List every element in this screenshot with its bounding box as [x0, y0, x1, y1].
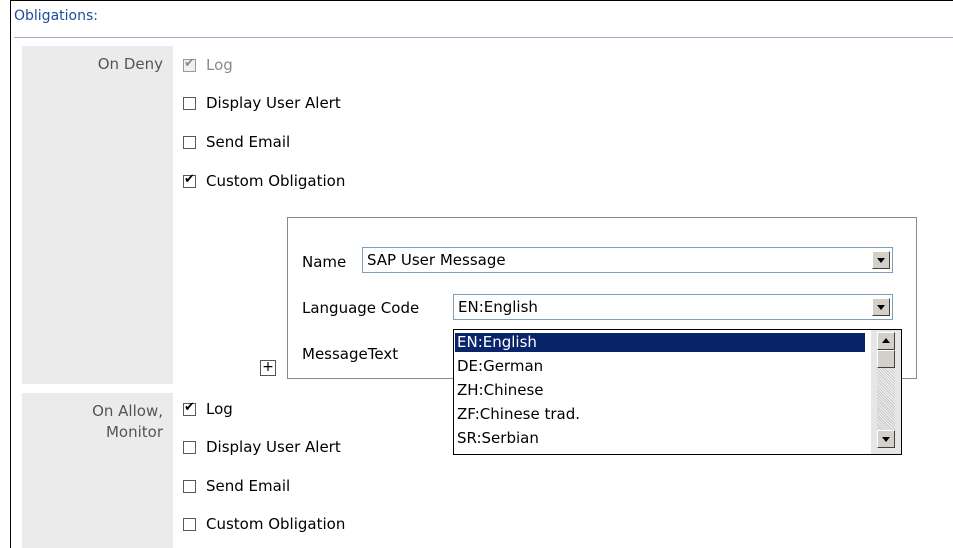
scrollbar-thumb[interactable]: [877, 350, 895, 368]
allow-custom-obligation-label: Custom Obligation: [206, 515, 346, 533]
name-select[interactable]: SAP User Message: [362, 247, 893, 273]
name-label: Name: [302, 253, 347, 271]
language-code-label: Language Code: [302, 299, 420, 317]
deny-log-label: Log: [206, 56, 233, 74]
allow-log-checkbox[interactable]: [183, 400, 196, 416]
language-option[interactable]: ZH:Chinese: [455, 381, 865, 400]
deny-display-user-alert-checkbox[interactable]: [183, 97, 196, 110]
dropdown-scrollbar[interactable]: [871, 330, 901, 454]
language-code-select[interactable]: EN:English: [453, 294, 893, 320]
on-allow-label-line1: On Allow,: [92, 402, 163, 420]
deny-send-email-label: Send Email: [206, 133, 291, 151]
deny-custom-obligation-label: Custom Obligation: [206, 172, 346, 190]
section-divider: [14, 37, 953, 38]
scroll-up-icon[interactable]: [877, 332, 895, 350]
chevron-down-icon[interactable]: [872, 251, 890, 269]
section-title: Obligations:: [14, 8, 98, 24]
language-option[interactable]: SR:Serbian: [455, 429, 865, 448]
language-code-value: EN:English: [458, 298, 538, 316]
language-option[interactable]: EN:English: [455, 333, 865, 352]
add-obligation-button[interactable]: +: [260, 360, 276, 376]
language-option[interactable]: DE:German: [455, 357, 865, 376]
deny-display-user-alert-label: Display User Alert: [206, 94, 341, 112]
on-allow-label-cell: On Allow, Monitor: [22, 393, 173, 548]
message-text-label: MessageText: [302, 345, 399, 363]
allow-send-email-checkbox[interactable]: [183, 480, 196, 493]
allow-display-user-alert-label: Display User Alert: [206, 438, 341, 456]
language-option[interactable]: ZF:Chinese trad.: [455, 405, 865, 424]
scroll-down-icon[interactable]: [877, 430, 895, 448]
allow-custom-obligation-checkbox[interactable]: [183, 518, 196, 531]
deny-log-checkbox[interactable]: [183, 56, 196, 72]
plus-icon: +: [262, 359, 274, 375]
allow-send-email-label: Send Email: [206, 477, 291, 495]
on-deny-label: On Deny: [97, 55, 163, 73]
language-dropdown-list: EN:English DE:German ZH:Chinese ZF:Chine…: [453, 329, 902, 455]
chevron-down-icon[interactable]: [872, 298, 890, 316]
name-select-value: SAP User Message: [367, 251, 506, 269]
allow-display-user-alert-checkbox[interactable]: [183, 441, 196, 454]
deny-custom-obligation-checkbox[interactable]: [183, 172, 196, 188]
on-allow-label-line2: Monitor: [105, 423, 163, 441]
allow-log-label: Log: [206, 400, 233, 418]
on-deny-label-cell: On Deny: [22, 46, 173, 384]
deny-send-email-checkbox[interactable]: [183, 136, 196, 149]
